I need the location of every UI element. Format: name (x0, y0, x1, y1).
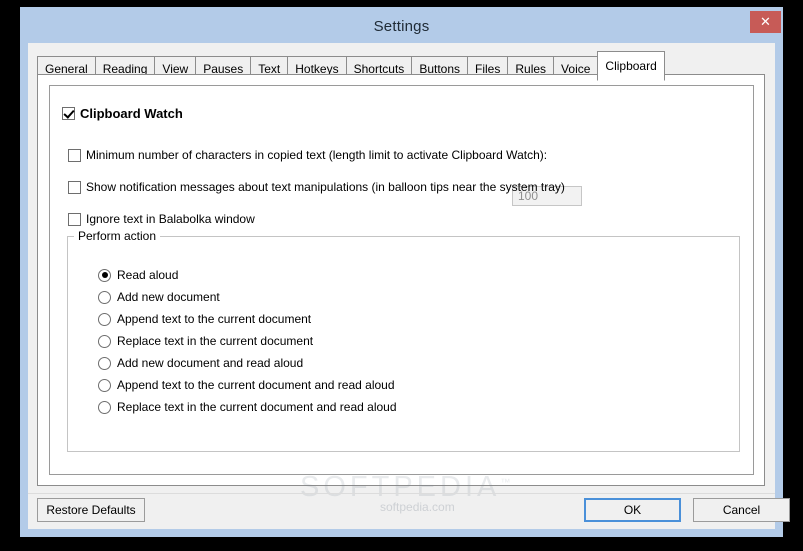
radio-button-3[interactable] (98, 334, 111, 348)
settings-window: Settings ✕ General Reading View Pauses Text H… (20, 7, 790, 537)
perform-action-option-4[interactable]: Add new document and read aloud (98, 356, 303, 370)
clipboard-watch-label: Clipboard Watch (80, 106, 183, 121)
radio-label-1: Add new document (117, 290, 220, 304)
min-chars-label: Minimum number of characters in copied t… (86, 148, 548, 162)
tab-page-clipboard: Clipboard Watch Minimum number of charac… (37, 74, 765, 514)
radio-button-2[interactable] (98, 312, 111, 326)
ignore-balabolka-checkbox[interactable] (68, 212, 81, 226)
radio-button-5[interactable] (98, 378, 111, 392)
ignore-balabolka-label: Ignore text in Balabolka window (86, 212, 255, 226)
radio-button-4[interactable] (98, 356, 111, 370)
watermark-sub-label: softpedia.com (380, 500, 455, 514)
close-icon[interactable]: ✕ (750, 11, 781, 33)
perform-action-option-2[interactable]: Append text to the current document (98, 312, 311, 326)
window-title: Settings (373, 18, 430, 35)
watermark-text: SOFTPEDIA™ (300, 471, 515, 503)
show-notifications-checkbox[interactable] (68, 180, 81, 194)
clipboard-watch-checkbox[interactable] (62, 107, 75, 120)
restore-defaults-button[interactable]: Restore Defaults (37, 498, 145, 522)
radio-label-2: Append text to the current document (117, 312, 312, 326)
radio-label-4: Add new document and read aloud (117, 356, 304, 370)
radio-button-6[interactable] (98, 400, 111, 414)
ignore-balabolka-row[interactable]: Ignore text in Balabolka window (68, 212, 255, 226)
title-bar: Settings ✕ (20, 7, 783, 47)
radio-button-1[interactable] (98, 290, 111, 304)
tab-clipboard[interactable]: Clipboard (597, 51, 665, 81)
show-notifications-label: Show notification messages about text ma… (86, 180, 565, 194)
perform-action-option-1[interactable]: Add new document (98, 290, 220, 304)
radio-button-0[interactable] (98, 268, 111, 282)
perform-action-option-3[interactable]: Replace text in the current document (98, 334, 313, 348)
min-chars-row[interactable]: Minimum number of characters in copied t… (68, 148, 547, 162)
ok-button[interactable]: OK (584, 498, 681, 522)
min-chars-checkbox[interactable] (68, 148, 81, 162)
radio-label-5: Append text to the current document and … (117, 378, 395, 392)
perform-action-option-0[interactable]: Read aloud (98, 268, 178, 282)
perform-action-legend: Perform action (74, 229, 161, 243)
perform-action-option-5[interactable]: Append text to the current document and … (98, 378, 395, 392)
radio-label-3: Replace text in the current document (117, 334, 314, 348)
client-area: General Reading View Pauses Text Hotkeys Short… (28, 43, 790, 529)
clipboard-settings-panel: Clipboard Watch Minimum number of charac… (49, 85, 754, 514)
perform-action-option-6[interactable]: Replace text in the current document and… (98, 400, 397, 414)
clipboard-watch-row[interactable]: Clipboard Watch (62, 106, 183, 121)
footer-separator (28, 493, 775, 494)
tab-strip: General Reading View Pauses Text Hotkeys Short… (37, 51, 665, 81)
show-notifications-row[interactable]: Show notification messages about text ma… (68, 180, 565, 194)
radio-label-6: Replace text in the current document and… (117, 400, 397, 414)
cancel-button[interactable]: Cancel (693, 498, 790, 522)
watermark-label: SOFTPEDIA (300, 471, 501, 503)
radio-label-0: Read aloud (117, 268, 179, 282)
